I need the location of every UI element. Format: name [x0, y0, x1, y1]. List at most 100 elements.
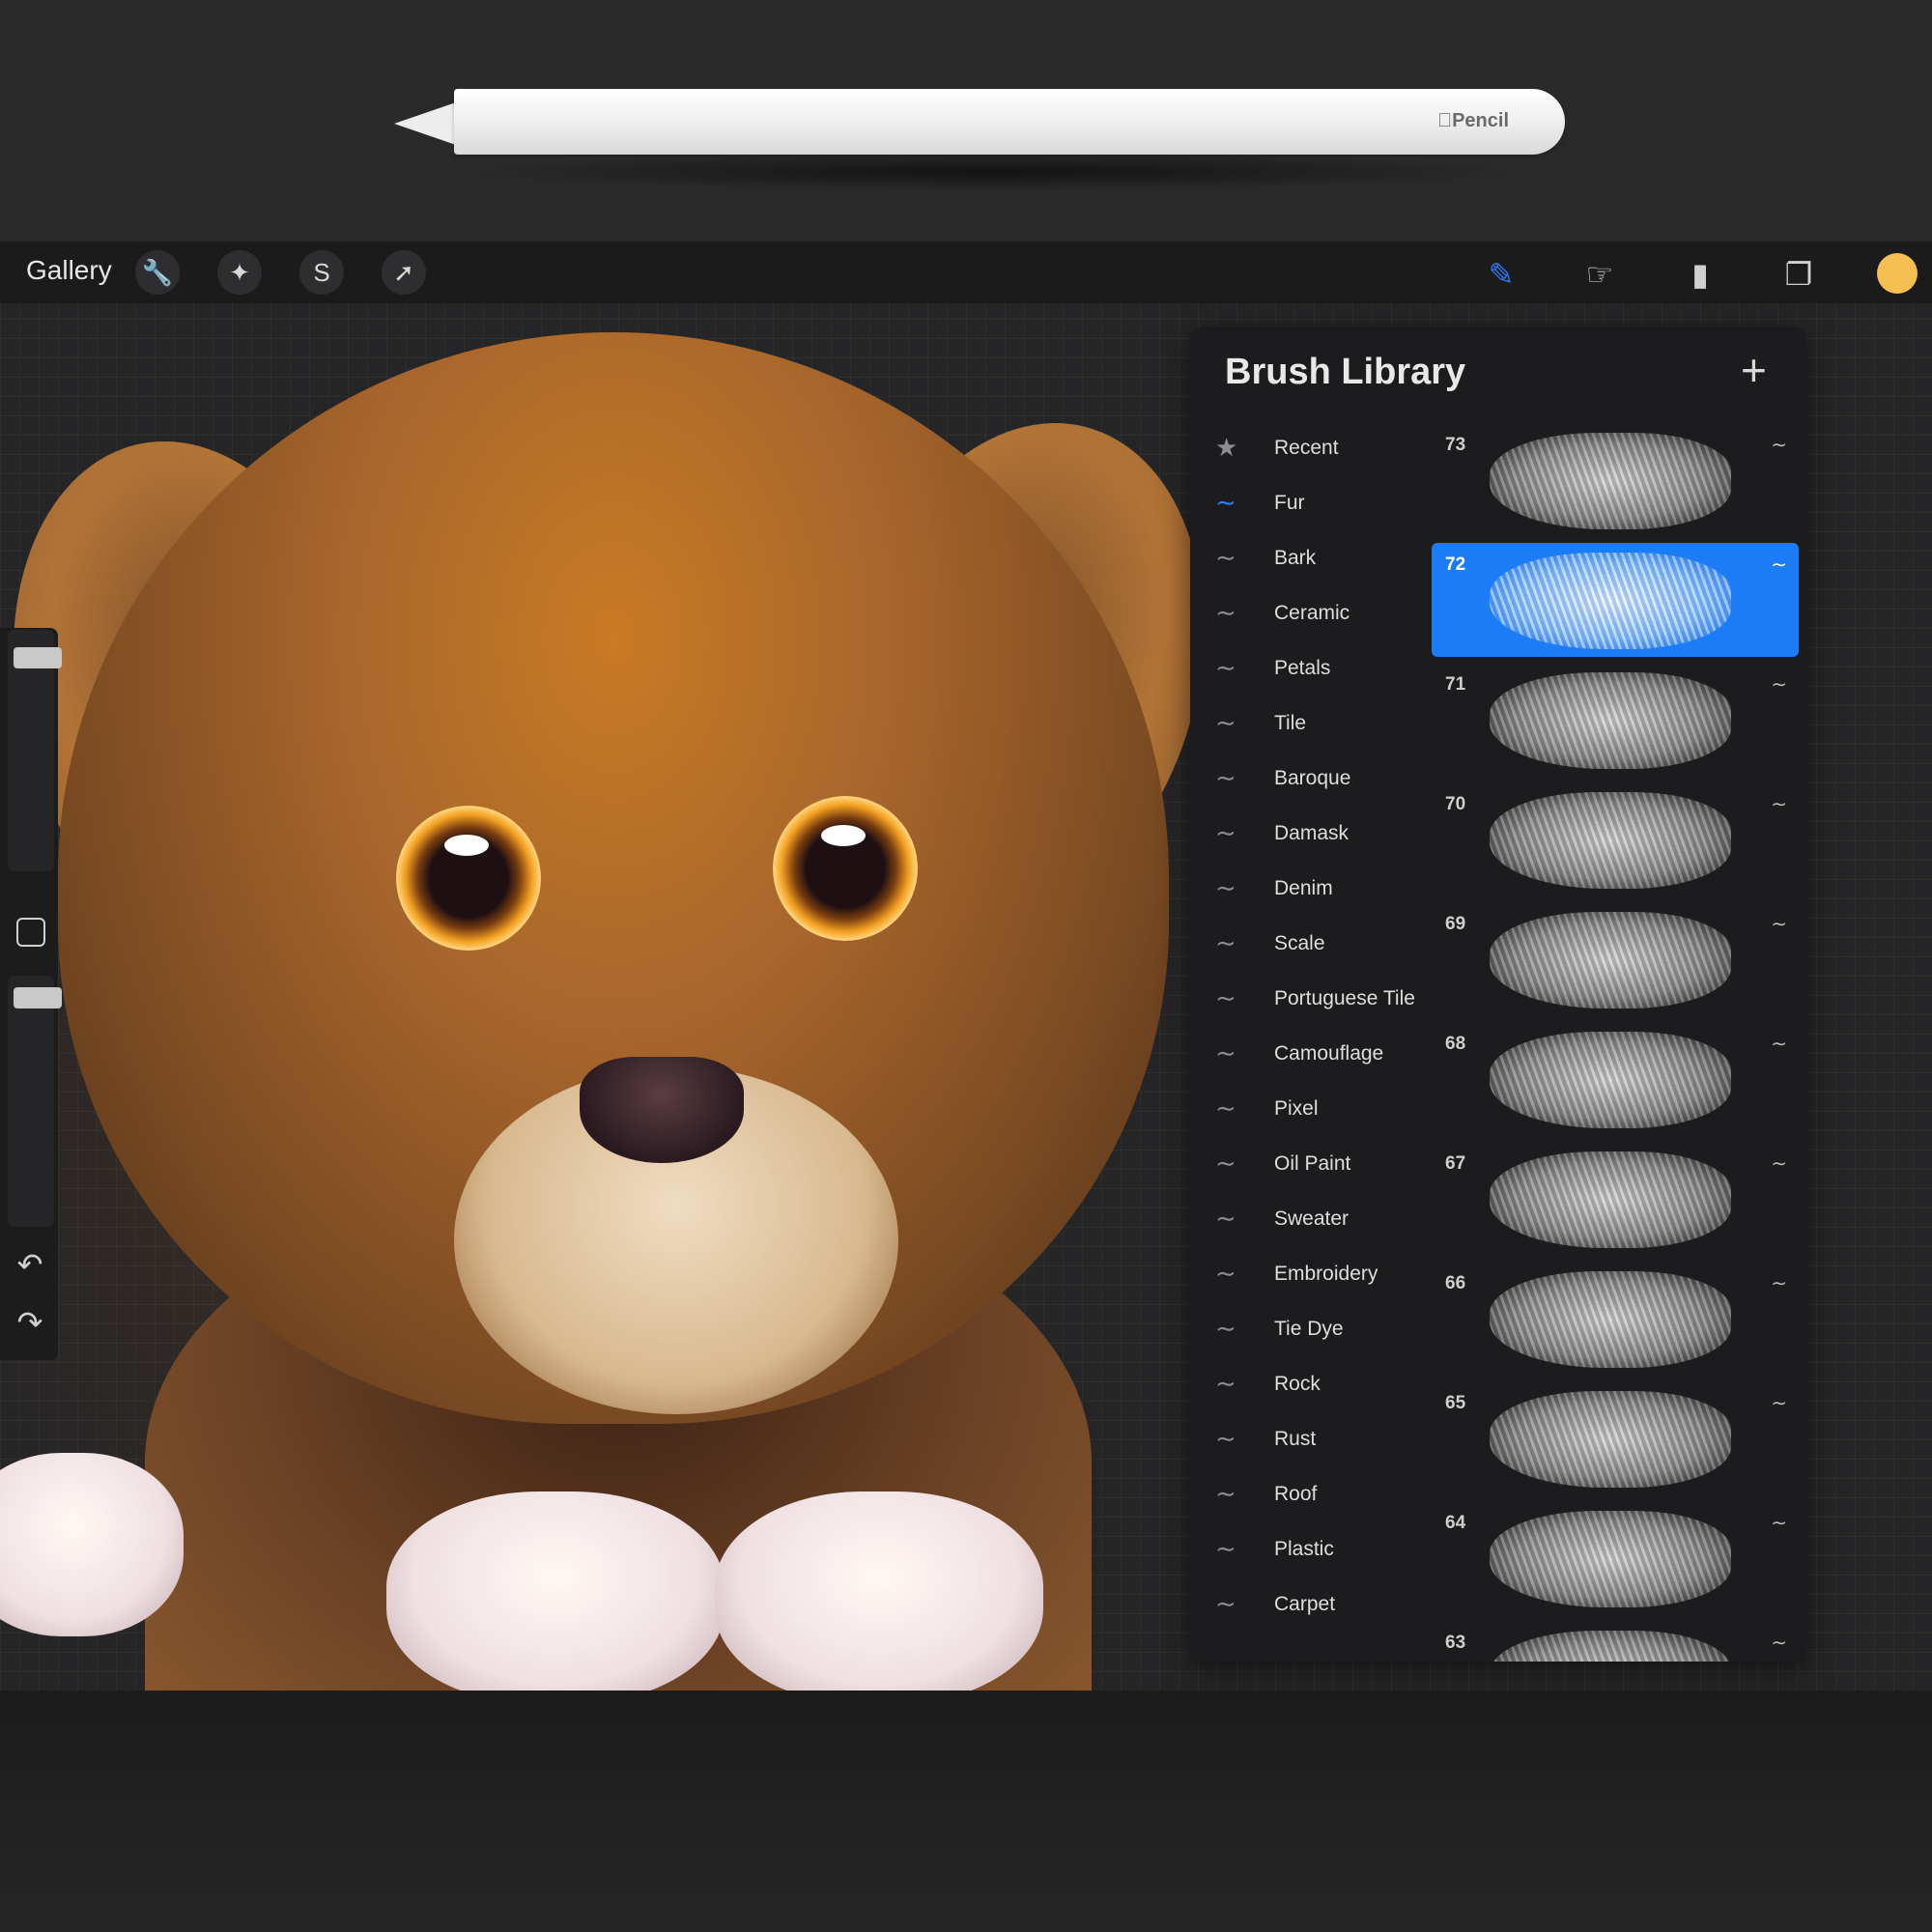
- brush-stroke-icon: ∼: [1215, 1038, 1236, 1067]
- brush-size-slider[interactable]: [8, 630, 62, 871]
- brush-type-icon: ∼: [1771, 1273, 1787, 1294]
- layers-icon[interactable]: ❐: [1777, 253, 1820, 296]
- modify-square-icon[interactable]: [16, 918, 45, 947]
- brush-stroke-icon: ∼: [1215, 983, 1236, 1012]
- category-item[interactable]: ∼ Damask: [1190, 809, 1432, 864]
- brush-stroke-preview: [1490, 1631, 1731, 1662]
- brush-number: 64: [1445, 1513, 1466, 1533]
- smudge-icon[interactable]: ☞: [1578, 253, 1621, 296]
- category-item[interactable]: ∼ Portuguese Tile: [1190, 974, 1432, 1029]
- undo-icon[interactable]: ↶: [12, 1246, 48, 1283]
- category-item[interactable]: ∼ Scale: [1190, 919, 1432, 974]
- brush-stroke-icon: ∼: [1215, 1424, 1236, 1453]
- eraser-icon[interactable]: ▮: [1679, 253, 1721, 296]
- brush-number: 71: [1445, 674, 1466, 695]
- category-label: Pixel: [1274, 1097, 1319, 1120]
- category-label: Embroidery: [1274, 1263, 1378, 1285]
- brush-item[interactable]: 71 ∼: [1432, 663, 1799, 777]
- category-item[interactable]: ∼ Carpet: [1190, 1579, 1432, 1634]
- brush-type-icon: ∼: [1771, 1513, 1787, 1534]
- brush-number: 70: [1445, 794, 1466, 814]
- brush-number: 63: [1445, 1633, 1466, 1653]
- brush-item[interactable]: 69 ∼: [1432, 902, 1799, 1016]
- brush-item[interactable]: 70 ∼: [1432, 782, 1799, 896]
- pencil-brand: Pencil: [1437, 110, 1509, 131]
- category-item[interactable]: ∼ Embroidery: [1190, 1249, 1432, 1304]
- brush-item[interactable]: 63 ∼: [1432, 1621, 1799, 1662]
- brush-stroke-preview: [1490, 1151, 1731, 1248]
- category-item[interactable]: ∼ Pixel: [1190, 1084, 1432, 1139]
- left-eye: [396, 806, 541, 951]
- category-label: Oil Paint: [1274, 1152, 1351, 1175]
- brush-stroke-icon: ∼: [1215, 818, 1236, 847]
- category-item[interactable]: ∼ Plastic: [1190, 1524, 1432, 1579]
- category-list: ★ Recent ∼ Fur ∼ Bark ∼ Ceramic ∼ Petals ∼ Tile ∼ Bar…: [1190, 423, 1432, 1634]
- brush-item[interactable]: 66 ∼: [1432, 1262, 1799, 1376]
- paw-far-left: [0, 1453, 184, 1636]
- brush-type-icon: ∼: [1771, 1633, 1787, 1654]
- adjustments-wand-icon[interactable]: ✦: [217, 250, 262, 295]
- brush-stroke-icon: ∼: [1215, 708, 1236, 737]
- category-item[interactable]: ∼ Rock: [1190, 1359, 1432, 1414]
- brush-stroke-icon: ∼: [1215, 873, 1236, 902]
- brush-stroke-preview: [1490, 1391, 1731, 1488]
- brush-size-thumb[interactable]: [14, 647, 62, 669]
- brush-stroke-icon: ∼: [1215, 543, 1236, 572]
- selection-icon[interactable]: S: [299, 250, 344, 295]
- brush-number: 72: [1445, 554, 1466, 575]
- brush-stroke-icon: ∼: [1215, 1094, 1236, 1122]
- brush-stroke-icon: ∼: [1215, 1589, 1236, 1618]
- opacity-thumb[interactable]: [14, 986, 62, 1009]
- brush-item[interactable]: 67 ∼: [1432, 1142, 1799, 1256]
- eye-shine: [821, 825, 866, 846]
- brush-item[interactable]: 65 ∼: [1432, 1381, 1799, 1495]
- right-eye: [773, 796, 918, 941]
- category-item[interactable]: ∼ Denim: [1190, 864, 1432, 919]
- category-label: Fur: [1274, 492, 1305, 514]
- category-item[interactable]: ∼ Tile: [1190, 698, 1432, 753]
- pencil-body: Pencil: [454, 89, 1565, 155]
- brush-stroke-preview: [1490, 433, 1731, 529]
- category-label: Roof: [1274, 1483, 1318, 1505]
- paw-right: [715, 1492, 1043, 1690]
- gallery-button[interactable]: Gallery: [26, 255, 112, 286]
- brush-item[interactable]: 72 ∼: [1432, 543, 1799, 657]
- transform-arrow-icon[interactable]: ➚: [382, 250, 426, 295]
- category-item[interactable]: ∼ Baroque: [1190, 753, 1432, 809]
- category-item[interactable]: ∼ Bark: [1190, 533, 1432, 588]
- redo-icon[interactable]: ↷: [12, 1304, 48, 1341]
- brush-icon[interactable]: ✎: [1480, 253, 1522, 296]
- category-item[interactable]: ∼ Ceramic: [1190, 588, 1432, 643]
- category-item[interactable]: ∼ Camouflage: [1190, 1029, 1432, 1084]
- plus-icon[interactable]: +: [1741, 348, 1767, 392]
- category-item[interactable]: ∼ Tie Dye: [1190, 1304, 1432, 1359]
- color-swatch[interactable]: [1877, 253, 1918, 294]
- brush-stroke-icon: ∼: [1215, 653, 1236, 682]
- brush-stroke-preview: [1490, 672, 1731, 769]
- category-item[interactable]: ∼ Roof: [1190, 1469, 1432, 1524]
- apple-pencil: Pencil: [394, 85, 1573, 191]
- brush-stroke-preview: [1490, 1271, 1731, 1368]
- brush-item[interactable]: 68 ∼: [1432, 1022, 1799, 1136]
- brush-number: 68: [1445, 1034, 1466, 1054]
- category-item[interactable]: ∼ Fur: [1190, 478, 1432, 533]
- brush-item[interactable]: 73 ∼: [1432, 423, 1799, 537]
- opacity-slider[interactable]: [8, 976, 62, 1227]
- category-label: Tile: [1274, 712, 1307, 734]
- eye-shine: [444, 835, 489, 856]
- brush-list: 73 ∼ 72 ∼ 71 ∼ 70 ∼ 69 ∼ 68 ∼ 67 ∼ 66 ∼ 65 ∼ 64 ∼ 63 ∼: [1432, 423, 1806, 1662]
- brush-type-icon: ∼: [1771, 435, 1787, 456]
- category-item[interactable]: ∼ Rust: [1190, 1414, 1432, 1469]
- category-label: Tie Dye: [1274, 1318, 1344, 1340]
- category-item[interactable]: ★ Recent: [1190, 423, 1432, 478]
- category-label: Rust: [1274, 1428, 1317, 1450]
- brush-stroke-icon: ∼: [1215, 928, 1236, 957]
- category-label: Baroque: [1274, 767, 1351, 789]
- brush-type-icon: ∼: [1771, 914, 1787, 935]
- category-item[interactable]: ∼ Petals: [1190, 643, 1432, 698]
- category-label: Recent: [1274, 437, 1339, 459]
- category-item[interactable]: ∼ Sweater: [1190, 1194, 1432, 1249]
- brush-item[interactable]: 64 ∼: [1432, 1501, 1799, 1615]
- actions-wrench-icon[interactable]: 🔧: [135, 250, 180, 295]
- category-item[interactable]: ∼ Oil Paint: [1190, 1139, 1432, 1194]
